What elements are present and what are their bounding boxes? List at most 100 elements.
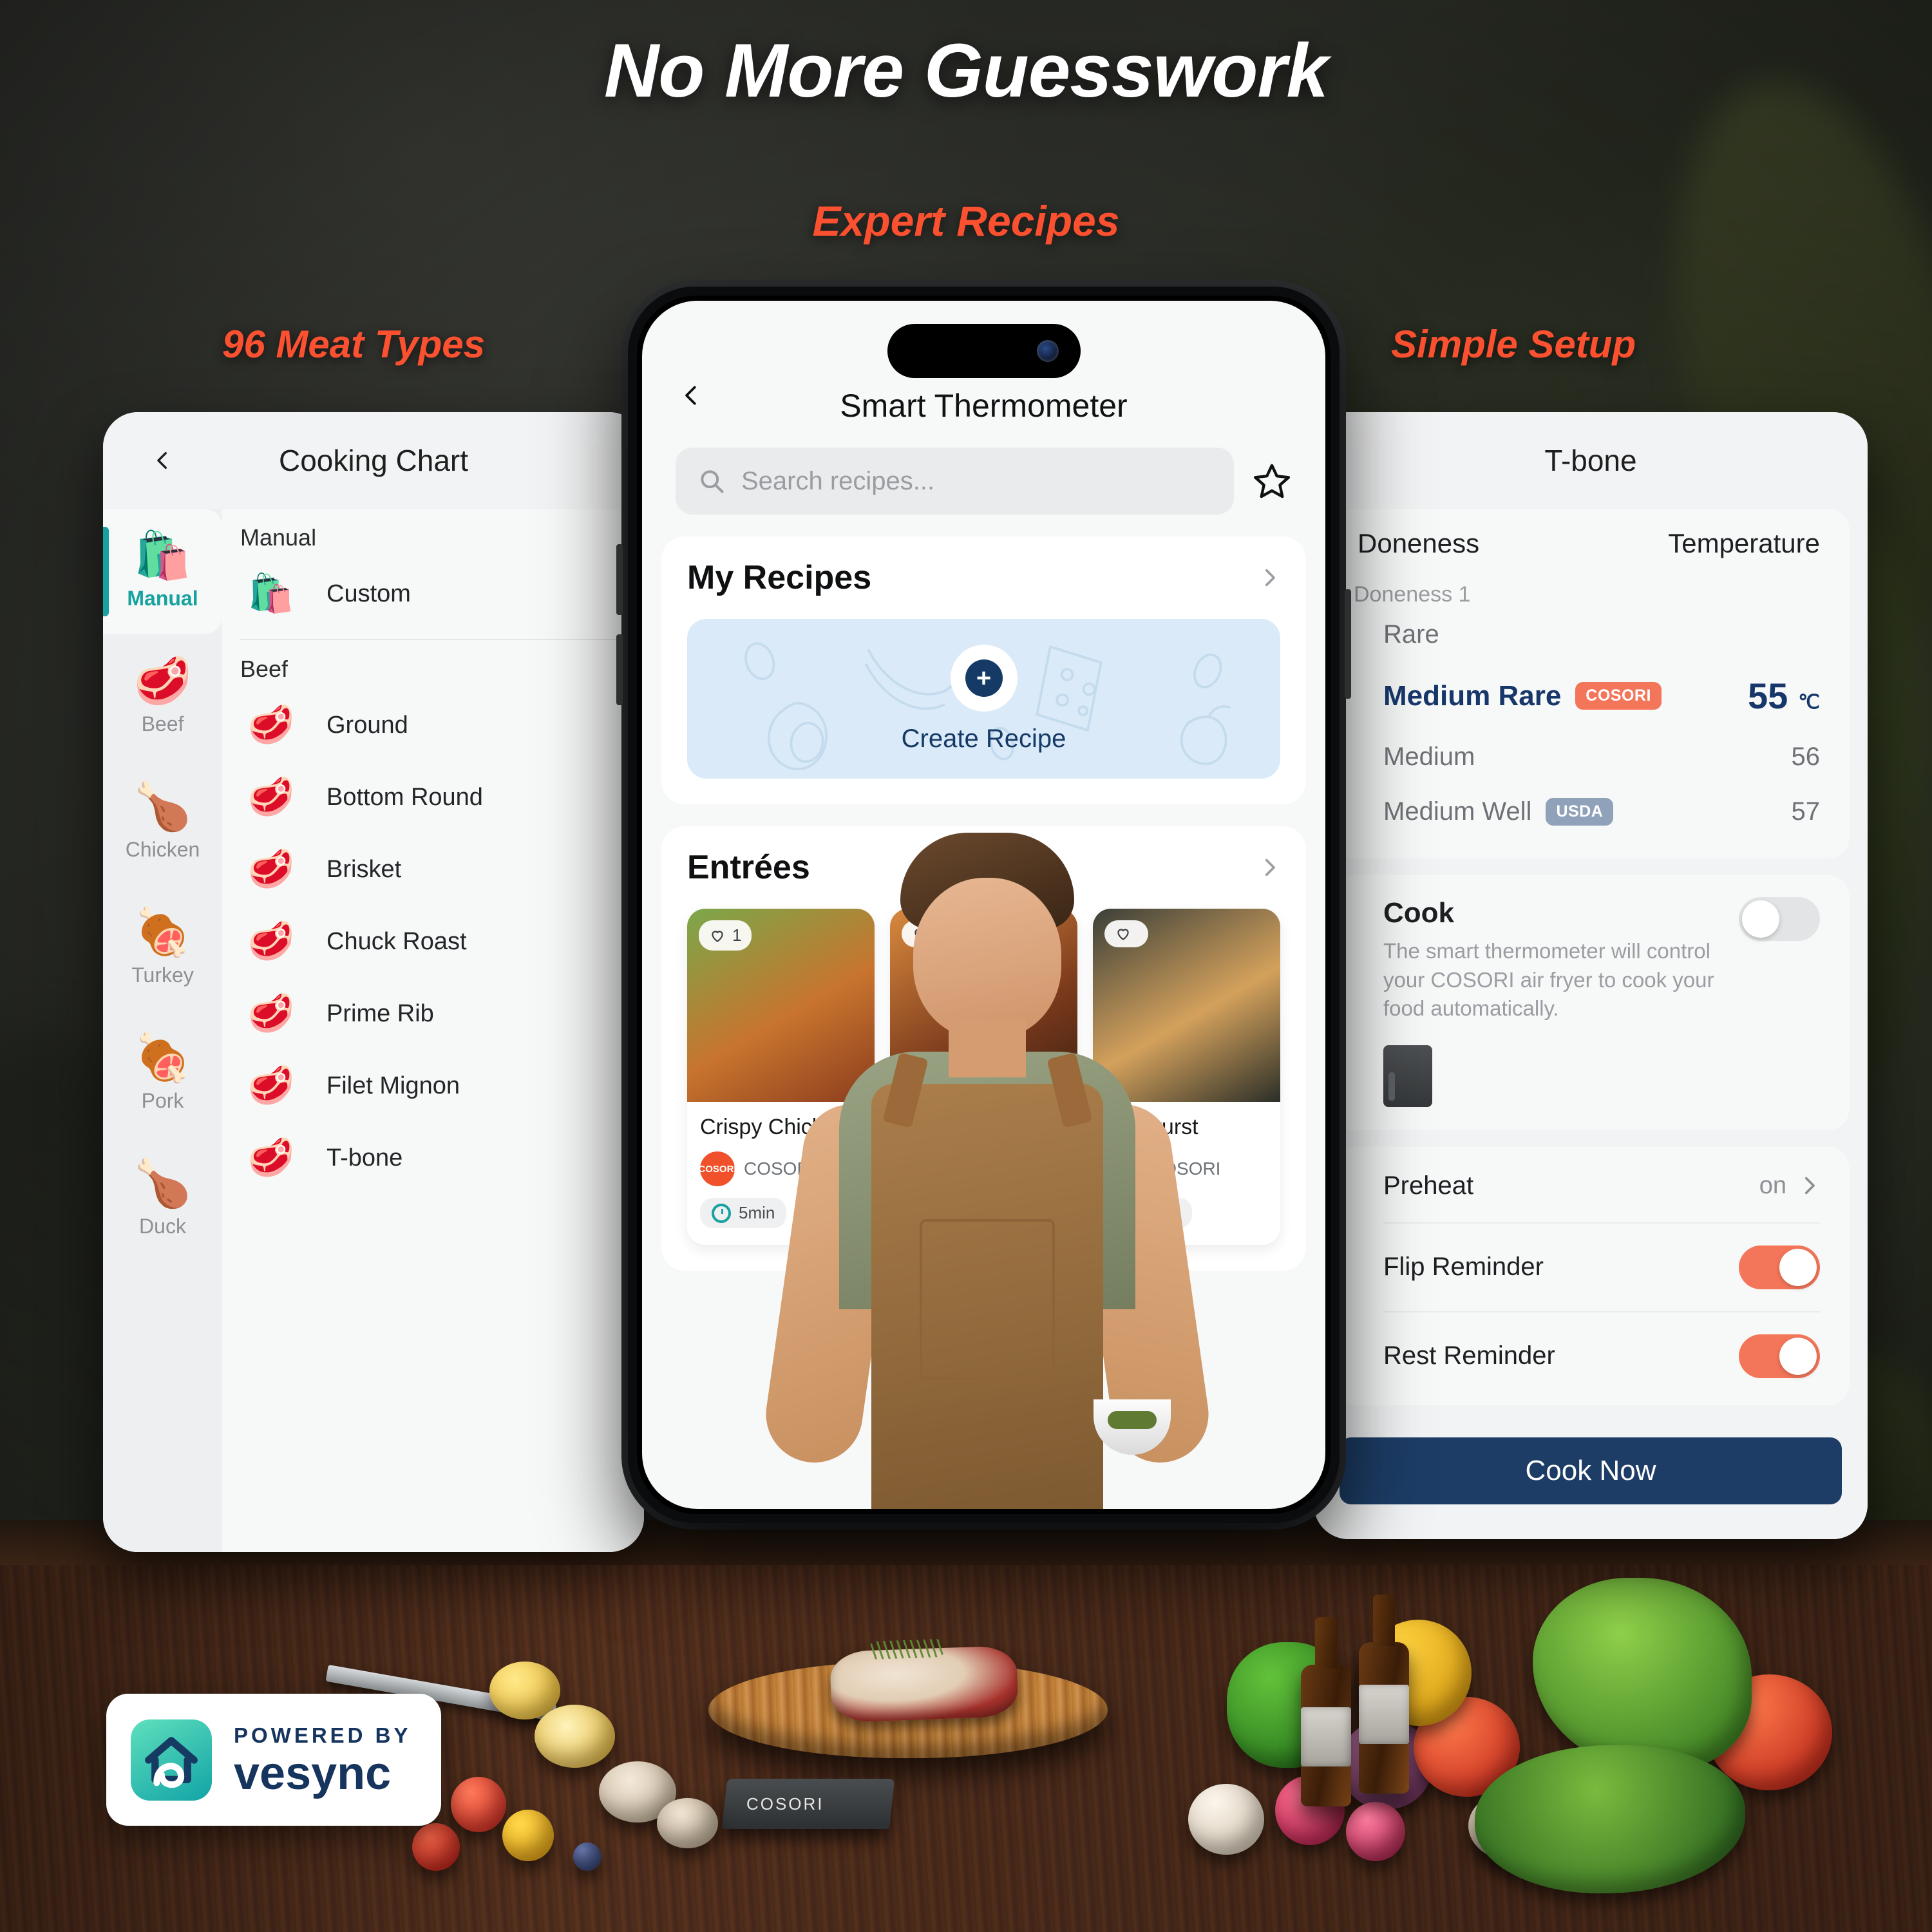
mushroom [657, 1798, 718, 1848]
list-item[interactable]: 🥩 Filet Mignon [240, 1050, 644, 1122]
table-row[interactable]: Medium 56 [1332, 730, 1850, 784]
author-name: COSORI [947, 1159, 1018, 1179]
vesync-brand-label: vesync [234, 1748, 392, 1800]
status-badge-cosori: COSORI [1575, 682, 1662, 710]
table-row-selected[interactable]: Medium Rare COSORI 55 ℃ [1332, 662, 1850, 730]
flip-reminder-toggle[interactable] [1739, 1245, 1820, 1289]
sidebar-item-pork[interactable]: 🍖 Pork [103, 1011, 222, 1137]
recipe-time: 5min [903, 1198, 990, 1228]
recipe-time: 5min [700, 1198, 787, 1228]
temperature-value: 57 [1791, 797, 1821, 826]
column-header-temperature: Temperature [1668, 528, 1820, 558]
table-row[interactable]: Medium Well USDA 57 [1332, 784, 1850, 839]
recipe-card-body: Crispy Chicken COSORI COSORI 5min [687, 1102, 875, 1245]
lemon-slice [535, 1705, 615, 1768]
recipe-card-list[interactable]: 1 Crispy Chicken COSORI COSORI 5min Glaz… [687, 909, 1280, 1245]
star-outline-icon[interactable] [1252, 461, 1292, 501]
filet-icon: 🥩 [247, 1065, 295, 1106]
tbone-header: T-bone [1314, 412, 1868, 509]
recipe-time: 5min [1106, 1198, 1193, 1228]
heart-icon [1117, 929, 1129, 940]
create-recipe-card[interactable]: + Create Recipe [687, 619, 1280, 779]
list-item[interactable]: 🥩 Brisket [240, 833, 644, 905]
list-item[interactable]: 🥩 Bottom Round [240, 761, 644, 833]
doneness-group-label: Doneness 1 [1354, 582, 1471, 607]
cooking-chart-body: 🛍️ Manual 🥩 Beef 🍗 Chicken 🍖 Turkey 🍖 Po… [103, 509, 644, 1552]
sidebar-item-turkey[interactable]: 🍖 Turkey [103, 886, 222, 1011]
clock-icon [712, 1203, 731, 1223]
chevron-right-icon[interactable] [1258, 857, 1280, 878]
like-count[interactable]: 1 [699, 920, 752, 951]
list-item[interactable]: 🥩 Chuck Roast [240, 905, 644, 978]
list-item[interactable]: 🥩 Ground [240, 689, 644, 761]
sidebar-item-label: Duck [139, 1215, 186, 1238]
chevron-right-icon[interactable] [1258, 567, 1280, 589]
entrees-section: Entrées 1 Crispy Chicken COSORI COSORI 5… [661, 826, 1306, 1271]
recipe-author: COSORI COSORI [1104, 1151, 1267, 1186]
sidebar-item-label: Beef [141, 712, 184, 735]
beer-bottle [1301, 1617, 1351, 1806]
recipe-card[interactable]: 1 Crispy Chicken COSORI COSORI 5min [687, 909, 875, 1245]
like-count[interactable] [902, 920, 945, 947]
tbone-body: Doneness Temperature Doneness 1 Rare Med… [1314, 509, 1868, 1539]
list-item[interactable]: 🥩 T-bone [240, 1122, 644, 1194]
chevron-right-icon [1804, 1177, 1815, 1195]
meat-category-rail[interactable]: 🛍️ Manual 🥩 Beef 🍗 Chicken 🍖 Turkey 🍖 Po… [103, 509, 222, 1552]
option-row-flip-reminder[interactable]: Flip Reminder [1332, 1224, 1850, 1311]
temperature-unit: ℃ [1798, 692, 1820, 713]
option-row-rest-reminder[interactable]: Rest Reminder [1332, 1312, 1850, 1400]
sidebar-item-label: Chicken [125, 838, 200, 861]
power-button[interactable] [1345, 589, 1351, 699]
grocery-bag-icon: 🛍️ [247, 573, 295, 614]
search-input[interactable]: Search recipes... [676, 448, 1234, 515]
sidebar-item-beef[interactable]: 🥩 Beef [103, 634, 222, 760]
smart-thermometer-phone: Smart Thermometer Search recipes... My R… [616, 287, 1351, 1523]
my-recipes-header[interactable]: My Recipes [687, 558, 1280, 597]
cherry-tomato [502, 1810, 554, 1861]
option-label: Preheat [1383, 1171, 1474, 1200]
recipe-image [890, 909, 1077, 1102]
list-item-label: Bottom Round [327, 783, 483, 811]
phone-screen: Smart Thermometer Search recipes... My R… [642, 301, 1325, 1509]
recipe-time-value: 5min [942, 1203, 978, 1222]
sidebar-item-duck[interactable]: 🍗 Duck [103, 1137, 222, 1262]
heart-icon [914, 929, 926, 940]
cook-toggle[interactable] [1739, 897, 1820, 941]
option-row-preheat[interactable]: Preheat on [1332, 1150, 1850, 1222]
meat-list[interactable]: Manual 🛍️ Custom Beef 🥩 Ground 🥩 Bottom … [222, 509, 644, 1552]
list-item-label: Custom [327, 580, 411, 607]
recipe-time-value: 5min [739, 1203, 775, 1222]
recipe-card[interactable]: Glazed Salmon COSORI COSORI 5min [890, 909, 1077, 1245]
sidebar-item-manual[interactable]: 🛍️ Manual [103, 509, 222, 634]
temperature-value: 56 [1791, 743, 1821, 771]
doneness-card: Doneness Temperature Doneness 1 Rare Med… [1332, 509, 1850, 858]
cook-now-button[interactable]: Cook Now [1340, 1437, 1842, 1504]
doneness-table-header: Doneness Temperature [1332, 523, 1850, 559]
section-title: Entrées [687, 849, 810, 886]
volume-down-button[interactable] [616, 634, 623, 705]
air-fryer-icon [1383, 1045, 1432, 1107]
like-count[interactable] [1104, 920, 1148, 947]
dynamic-island [887, 324, 1081, 378]
chevron-left-icon[interactable] [679, 383, 704, 408]
list-group-heading: Manual [240, 524, 317, 551]
section-title: My Recipes [687, 559, 872, 596]
raw-steak [829, 1645, 1019, 1723]
toggle-knob [1742, 900, 1779, 938]
chevron-left-icon[interactable] [152, 450, 174, 471]
list-item[interactable]: 🛍️ Custom [240, 558, 644, 630]
list-item[interactable]: 🥩 Prime Rib [240, 978, 644, 1050]
rest-reminder-toggle[interactable] [1739, 1334, 1820, 1378]
cook-section-title: Cook [1383, 897, 1454, 929]
clock-icon [914, 1203, 934, 1223]
sidebar-item-chicken[interactable]: 🍗 Chicken [103, 760, 222, 886]
list-item-label: Chuck Roast [327, 927, 467, 955]
create-recipe-label: Create Recipe [901, 724, 1066, 753]
entrees-header[interactable]: Entrées [687, 848, 1280, 887]
table-row[interactable]: Rare [1332, 607, 1850, 662]
recipe-card[interactable]: Bratwurst COSORI COSORI 5min [1093, 909, 1280, 1245]
toggle-knob [1779, 1337, 1817, 1375]
avatar: COSORI [698, 1151, 737, 1186]
plus-icon[interactable]: + [950, 644, 1018, 712]
volume-up-button[interactable] [616, 544, 623, 615]
